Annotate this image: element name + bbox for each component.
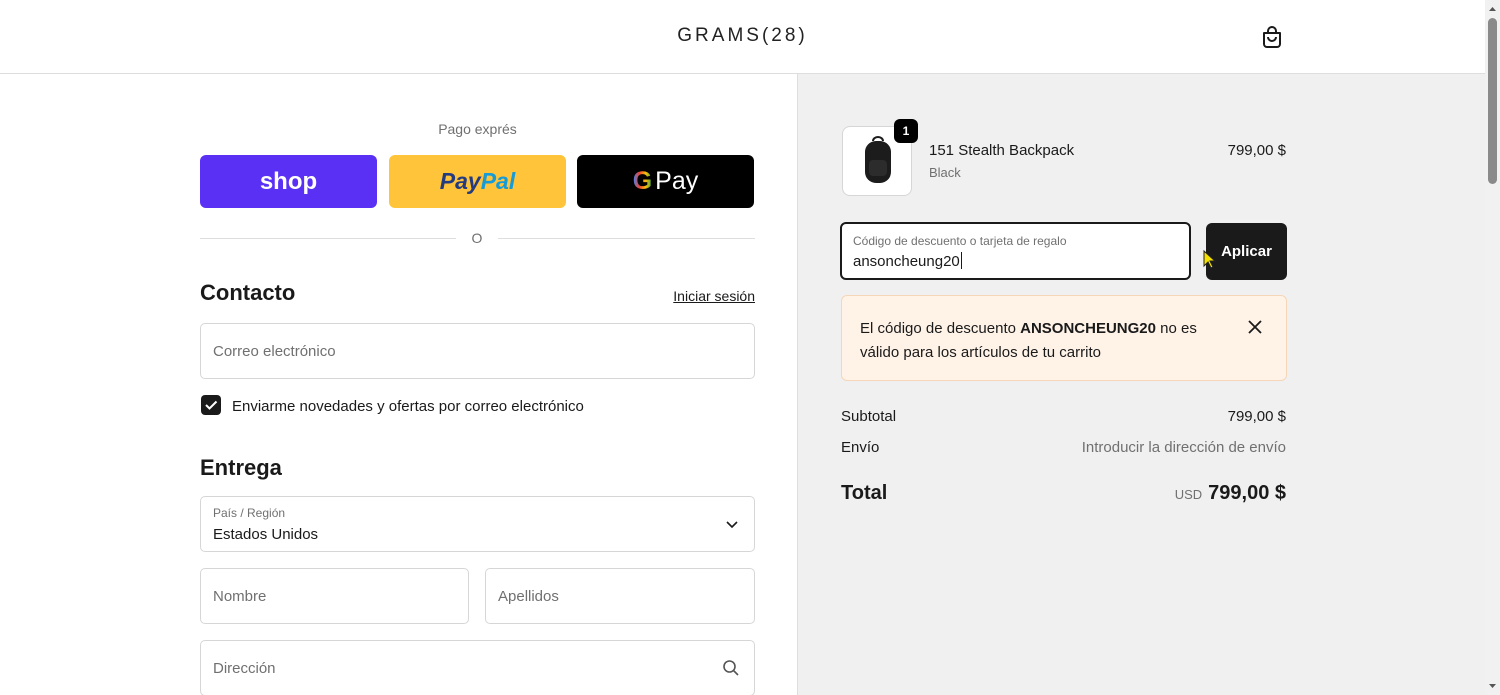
product-price: 799,00 $ <box>1227 142 1286 159</box>
order-summary: 1 151 Stealth Backpack Black 799,00 $ Có… <box>797 74 1485 695</box>
subtotal-value: 799,00 $ <box>1227 408 1286 425</box>
discount-label: Código de descuento o tarjeta de regalo <box>853 234 1067 248</box>
text-caret <box>960 252 962 269</box>
shop-pay-button[interactable]: shop <box>200 155 377 208</box>
scroll-down-icon[interactable] <box>1488 682 1497 691</box>
discount-value: ansoncheung20 <box>853 252 962 270</box>
email-placeholder: Correo electrónico <box>213 343 336 360</box>
mouse-pointer-icon <box>1203 250 1217 269</box>
error-code: ANSONCHEUNG20 <box>1020 320 1156 337</box>
total-value: 799,00 $ <box>1208 482 1286 504</box>
shipping-label: Envío <box>841 439 880 456</box>
shop-pay-label: shop <box>259 167 318 195</box>
country-value: Estados Unidos <box>213 526 319 543</box>
page-scrollbar[interactable] <box>1485 0 1500 695</box>
google-pay-label: Pay <box>655 167 699 195</box>
first-name-placeholder: Nombre <box>213 588 267 605</box>
express-checkout-title: Pago exprés <box>438 121 517 137</box>
scroll-up-icon[interactable] <box>1488 4 1497 13</box>
address-field[interactable]: Dirección <box>200 640 755 695</box>
product-name: 151 Stealth Backpack <box>929 142 1075 159</box>
shipping-value: Introducir la dirección de envío <box>1081 439 1286 456</box>
google-g-icon: G <box>632 167 653 195</box>
divider-right <box>498 238 755 239</box>
divider-left <box>200 238 456 239</box>
paypal-button[interactable]: Pay Pal <box>389 155 566 208</box>
search-icon <box>723 660 739 676</box>
discount-error-banner: El código de descuento ANSONCHEUNG20 no … <box>841 295 1287 381</box>
total-label: Total <box>841 482 888 504</box>
chevron-down-icon <box>726 521 738 529</box>
address-placeholder: Dirección <box>213 660 276 677</box>
country-label: País / Región <box>213 506 286 520</box>
login-link[interactable]: Iniciar sesión <box>620 288 755 304</box>
product-variant: Black <box>929 165 961 180</box>
scrollbar-thumb[interactable] <box>1488 18 1497 184</box>
delivery-title: Entrega <box>200 455 282 480</box>
discount-code-input[interactable]: Código de descuento o tarjeta de regalo … <box>840 222 1191 280</box>
total-currency: USD <box>1174 487 1203 502</box>
newsletter-label: Enviarme novedades y ofertas por correo … <box>232 398 584 415</box>
subtotal-label: Subtotal <box>841 408 897 425</box>
quantity-badge: 1 <box>894 119 918 143</box>
discount-error-text: El código de descuento ANSONCHEUNG20 no … <box>860 317 1220 365</box>
newsletter-checkbox[interactable] <box>201 395 221 415</box>
apply-discount-button[interactable]: Aplicar <box>1206 223 1287 280</box>
email-field[interactable]: Correo electrónico <box>200 323 755 379</box>
country-select[interactable]: País / Región Estados Unidos <box>200 496 755 552</box>
discount-value-text: ansoncheung20 <box>853 253 960 270</box>
checkout-form: Pago exprés shop Pay Pal G Pay O Contacto … <box>0 74 797 695</box>
google-pay-button[interactable]: G Pay <box>577 155 754 208</box>
paypal-logo-part1: Pay <box>439 168 481 194</box>
last-name-placeholder: Apellidos <box>498 588 559 605</box>
first-name-field[interactable]: Nombre <box>200 568 469 624</box>
last-name-field[interactable]: Apellidos <box>485 568 755 624</box>
checkmark-icon <box>205 400 218 410</box>
close-icon[interactable] <box>1245 317 1265 337</box>
total-amount: USD 799,00 $ <box>1175 482 1286 505</box>
error-prefix: El código de descuento <box>860 320 1021 337</box>
header: GRAMS(28) <box>0 0 1485 74</box>
contact-title: Contacto <box>200 280 296 305</box>
paypal-logo-part2: Pal <box>480 168 516 194</box>
divider-or: O <box>471 230 483 246</box>
shopping-bag-icon[interactable] <box>1259 24 1285 50</box>
